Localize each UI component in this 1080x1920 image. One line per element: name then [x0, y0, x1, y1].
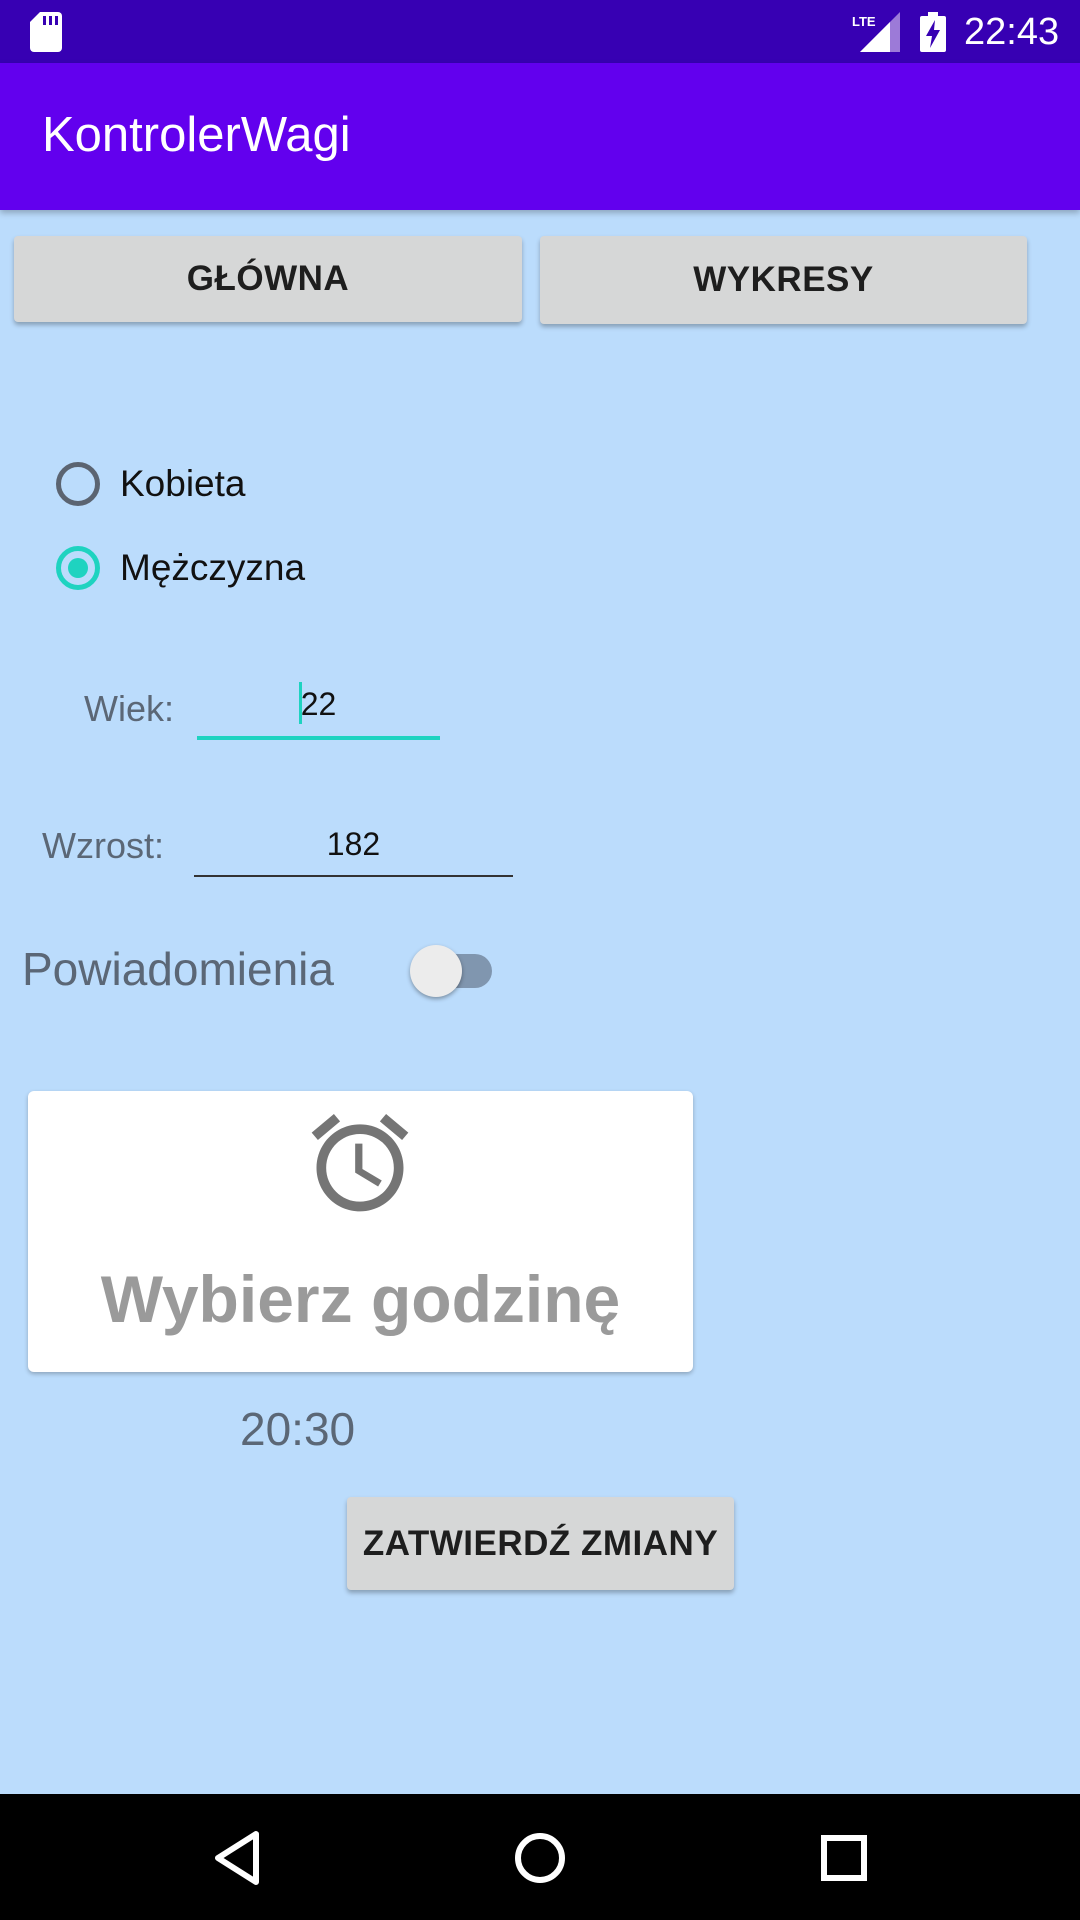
battery-charging-icon	[920, 12, 946, 52]
height-input[interactable]: 182	[194, 820, 513, 877]
sd-card-icon	[30, 12, 62, 52]
navigation-bar	[0, 1794, 1080, 1920]
app-bar: KontrolerWagi	[0, 63, 1080, 210]
selected-time: 20:30	[240, 1403, 356, 1455]
save-changes-button[interactable]: ZATWIERDŹ ZMIANY	[347, 1497, 734, 1590]
alarm-clock-icon	[311, 1113, 409, 1212]
status-time: 22:43	[964, 11, 1060, 53]
status-bar: LTE 22:43	[0, 0, 1080, 63]
app-title: KontrolerWagi	[42, 108, 351, 162]
age-label: Wiek:	[84, 688, 174, 729]
time-picker-card[interactable]: Wybierz godzinę	[28, 1091, 693, 1372]
radio-male-indicator[interactable]	[56, 546, 100, 590]
radio-male-label: Mężczyzna	[120, 547, 306, 588]
svg-text:LTE: LTE	[852, 14, 876, 29]
lte-signal-icon: LTE	[852, 12, 900, 52]
notifications-label: Powiadomienia	[22, 943, 334, 995]
recents-icon[interactable]	[820, 1830, 868, 1886]
time-picker-prompt: Wybierz godzinę	[100, 1262, 621, 1336]
notifications-switch[interactable]	[410, 945, 462, 997]
height-value: 182	[326, 826, 381, 862]
radio-male[interactable]: Mężczyzna	[56, 540, 305, 596]
radio-female-indicator[interactable]	[56, 462, 100, 506]
main-button[interactable]: GŁÓWNA	[14, 236, 522, 322]
radio-female[interactable]: Kobieta	[56, 456, 246, 512]
age-input[interactable]: 22	[197, 680, 440, 740]
height-label: Wzrost:	[42, 825, 164, 866]
back-icon[interactable]	[212, 1830, 262, 1886]
radio-female-label: Kobieta	[120, 463, 246, 504]
text-cursor	[299, 682, 302, 724]
charts-button[interactable]: WYKRESY	[540, 236, 1027, 324]
age-value: 22	[300, 686, 337, 722]
home-icon[interactable]	[514, 1830, 566, 1886]
